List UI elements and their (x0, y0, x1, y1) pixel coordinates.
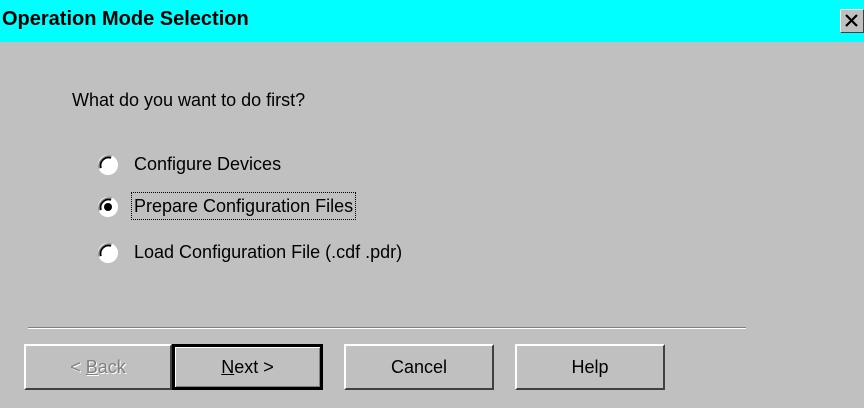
next-rest: ext > (234, 357, 274, 377)
separator (28, 327, 746, 329)
option-prepare-configuration-files[interactable]: Prepare Configuration Files (96, 192, 516, 220)
option-label[interactable]: Prepare Configuration Files (130, 192, 357, 220)
question-label: What do you want to do first? (72, 90, 306, 110)
radio-unselected-icon[interactable] (96, 241, 120, 265)
help-label: Help (571, 357, 609, 377)
radio-selected-icon[interactable] (96, 195, 120, 219)
radio-unselected-icon[interactable] (96, 153, 120, 177)
option-load-configuration-file[interactable]: Load Configuration File (.cdf .pdr) (96, 239, 516, 265)
close-icon (845, 14, 858, 27)
back-prefix: < (70, 357, 86, 377)
window-title: Operation Mode Selection (2, 8, 249, 30)
option-label[interactable]: Configure Devices (132, 151, 283, 177)
next-mnemonic: N (221, 357, 235, 377)
help-button[interactable]: Help (515, 344, 665, 390)
next-button[interactable]: Next > (172, 344, 323, 390)
back-button[interactable]: < Back (24, 344, 172, 390)
option-configure-devices[interactable]: Configure Devices (96, 151, 516, 177)
close-button[interactable] (840, 9, 864, 33)
back-rest: ack (97, 357, 126, 377)
operation-mode-dialog: Operation Mode Selection What do you wan… (0, 0, 864, 408)
back-mnemonic: B (85, 357, 98, 377)
cancel-button[interactable]: Cancel (344, 344, 494, 390)
option-label[interactable]: Load Configuration File (.cdf .pdr) (132, 239, 404, 265)
title-bar[interactable]: Operation Mode Selection (0, 0, 864, 42)
cancel-label: Cancel (390, 357, 448, 377)
